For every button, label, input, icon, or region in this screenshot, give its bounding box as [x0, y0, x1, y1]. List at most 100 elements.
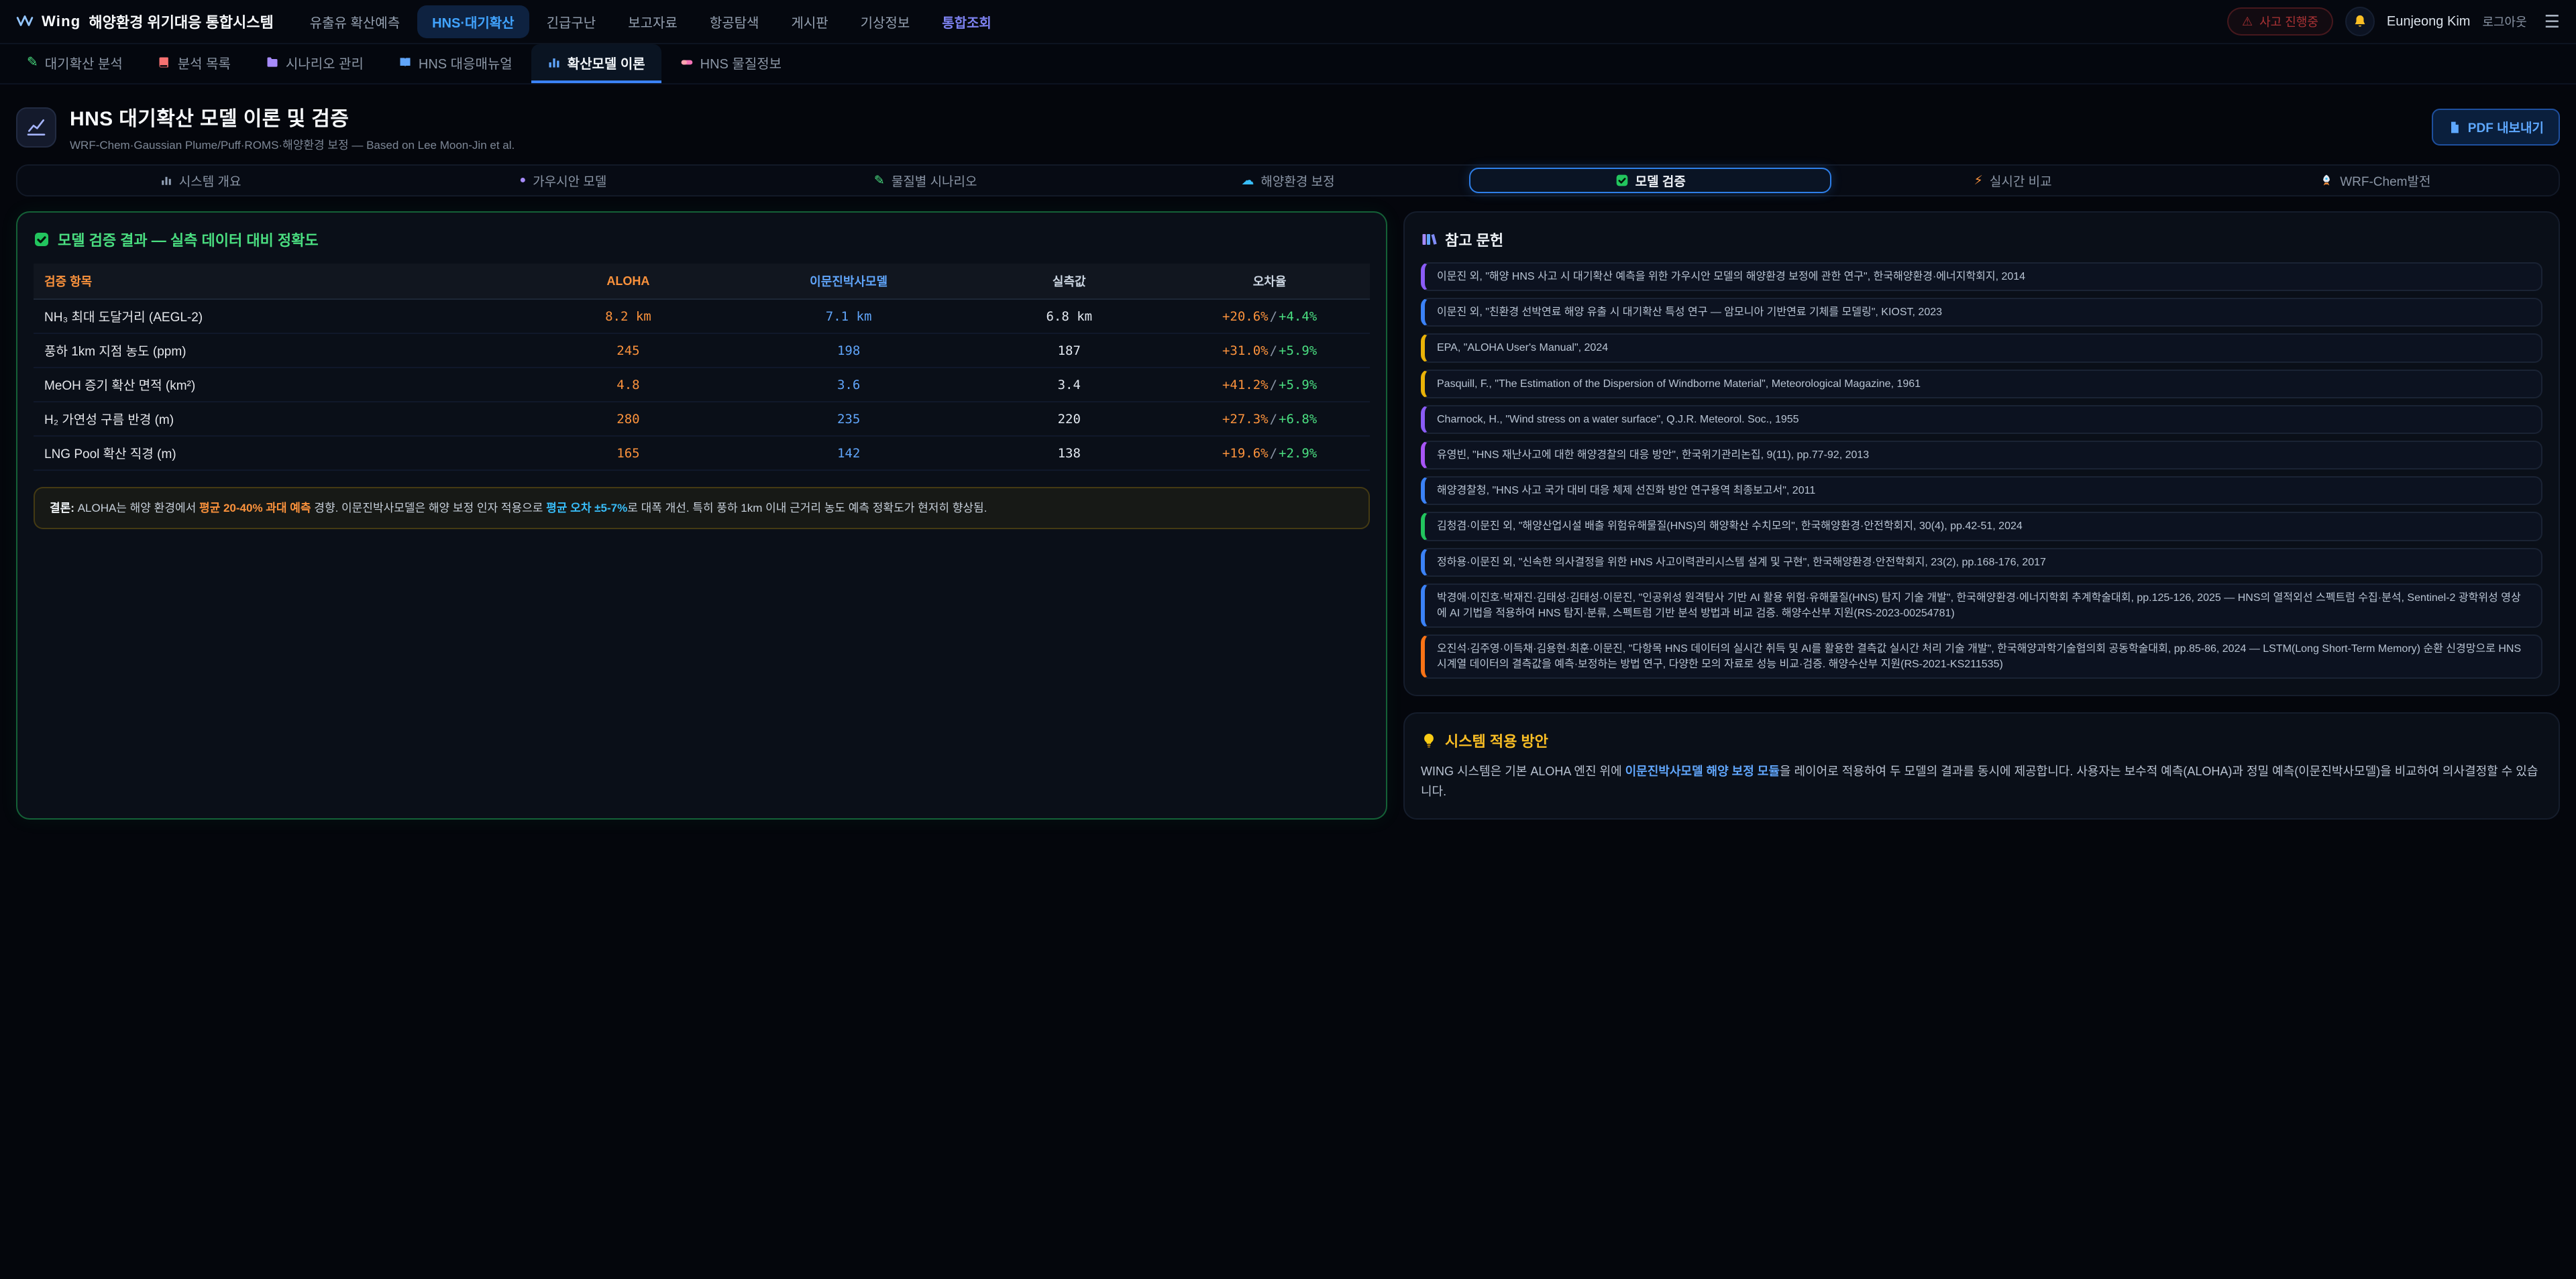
- user-name: Eunjeong Kim: [2387, 14, 2471, 30]
- nav-item-reports[interactable]: 보고자료: [613, 5, 692, 38]
- check-box-icon: [1615, 174, 1629, 187]
- bar-chart-icon: [547, 56, 561, 69]
- reference-item: 해양경찰청, "HNS 사고 국가 대비 대응 체제 선진화 방안 연구용역 최…: [1421, 476, 2542, 505]
- warning-icon: ⚠: [2242, 15, 2253, 27]
- cloud-icon: ☁: [1241, 174, 1254, 187]
- application-text-segment: WING 시스템은 기본 ALOHA 엔진 위에: [1421, 765, 1625, 778]
- reference-item: 김청겸·이문진 외, "해양산업시설 배출 위험유해물질(HNS)의 해양확산 …: [1421, 512, 2542, 541]
- cell-item: MeOH 증기 확산 면적 (km²): [34, 368, 528, 402]
- model-validation-card: 모델 검증 결과 — 실측 데이터 대비 정확도 검증 항목 ALOHA 이문진…: [16, 211, 1387, 820]
- section-tab-label: 물질별 시나리오: [892, 172, 977, 190]
- reference-list: 이문진 외, "해양 HNS 사고 시 대기확산 예측을 위한 가우시안 모델의…: [1421, 262, 2542, 679]
- section-tab-marine-correction[interactable]: ☁ 해양환경 보정: [1107, 168, 1469, 193]
- validation-card-title-row: 모델 검증 결과 — 실측 데이터 대비 정확도: [34, 229, 1370, 250]
- tab-dispersion-analysis[interactable]: ✎ 대기확산 분석: [11, 44, 139, 83]
- table-row: 풍하 1km 지점 농도 (ppm) 245 198 187 +31.0%/+5…: [34, 333, 1370, 368]
- circle-icon: ●: [520, 175, 527, 186]
- open-book-icon: [398, 56, 412, 69]
- note-highlight-error-range: 평균 오차 ±5-7%: [546, 502, 627, 514]
- section-tab-gaussian-model[interactable]: ● 가우시안 모델: [382, 168, 744, 193]
- top-navigation-bar: Wing 해양환경 위기대응 통합시스템 유출유 확산예측 HNS·대기확산 긴…: [0, 0, 2576, 44]
- book-icon: [158, 56, 171, 69]
- nav-item-weather[interactable]: 기상정보: [846, 5, 925, 38]
- pencil-icon: ✎: [27, 56, 38, 69]
- application-title: 시스템 적용 방안: [1445, 730, 1548, 751]
- cell-model: 142: [729, 436, 969, 470]
- nav-item-hns-dispersion[interactable]: HNS·대기확산: [417, 5, 529, 38]
- tab-scenario-management[interactable]: 시나리오 관리: [250, 44, 380, 83]
- cell-error: +31.0%/+5.9%: [1169, 333, 1370, 368]
- tab-hns-manual[interactable]: HNS 대응매뉴얼: [382, 44, 529, 83]
- nav-item-board[interactable]: 게시판: [776, 5, 843, 38]
- cell-measured: 6.8 km: [969, 299, 1169, 333]
- app-window: Wing 해양환경 위기대응 통합시스템 유출유 확산예측 HNS·대기확산 긴…: [0, 0, 2576, 1279]
- cell-measured: 138: [969, 436, 1169, 470]
- topnav-right-group: ⚠ 사고 진행중 Eunjeong Kim 로그아웃 ☰: [2227, 7, 2560, 36]
- incident-status-badge[interactable]: ⚠ 사고 진행중: [2227, 7, 2333, 36]
- table-row: NH₃ 최대 도달거리 (AEGL-2) 8.2 km 7.1 km 6.8 k…: [34, 299, 1370, 333]
- cell-item: H₂ 가연성 구름 반경 (m): [34, 402, 528, 436]
- section-tab-wrf-chem[interactable]: WRF-Chem발전: [2194, 168, 2557, 193]
- cell-aloha: 4.8: [528, 368, 729, 402]
- rocket-icon: [2320, 174, 2333, 187]
- brand-title: 해양환경 위기대응 통합시스템: [89, 11, 273, 32]
- page-header-left: HNS 대기확산 모델 이론 및 검증 WRF-Chem·Gaussian Pl…: [16, 102, 515, 152]
- system-application-card: 시스템 적용 방안 WING 시스템은 기본 ALOHA 엔진 위에 이문진박사…: [1403, 712, 2560, 819]
- column-header-model: 이문진박사모델: [729, 264, 969, 299]
- tab-hns-substance-info[interactable]: HNS 물질정보: [664, 44, 798, 83]
- cell-model: 198: [729, 333, 969, 368]
- line-chart-icon: [25, 117, 47, 138]
- cell-item: NH₃ 최대 도달거리 (AEGL-2): [34, 299, 528, 333]
- section-tab-bar: 시스템 개요 ● 가우시안 모델 ✎ 물질별 시나리오 ☁ 해양환경 보정 모델…: [16, 164, 2560, 197]
- page-header: HNS 대기확산 모델 이론 및 검증 WRF-Chem·Gaussian Pl…: [0, 85, 2576, 164]
- tab-analysis-list[interactable]: 분석 목록: [142, 44, 247, 83]
- tab-model-theory[interactable]: 확산모델 이론: [531, 44, 661, 83]
- cell-error: +27.3%/+6.8%: [1169, 402, 1370, 436]
- cell-aloha: 165: [528, 436, 729, 470]
- brand-prefix: Wing: [42, 13, 80, 30]
- lightning-icon: ⚡: [1974, 174, 1983, 187]
- pdf-export-label: PDF 내보내기: [2468, 118, 2544, 136]
- references-card: 참고 문헌 이문진 외, "해양 HNS 사고 시 대기확산 예측을 위한 가우…: [1403, 211, 2560, 696]
- main-menu: 유출유 확산예측 HNS·대기확산 긴급구난 보고자료 항공탐색 게시판 기상정…: [295, 5, 1006, 38]
- section-tab-model-validation[interactable]: 모델 검증: [1469, 168, 1831, 193]
- section-tab-system-overview[interactable]: 시스템 개요: [19, 168, 382, 193]
- table-row: H₂ 가연성 구름 반경 (m) 280 235 220 +27.3%/+6.8…: [34, 402, 1370, 436]
- application-title-row: 시스템 적용 방안: [1421, 730, 2542, 751]
- document-icon: [2448, 121, 2461, 134]
- bars-icon: [160, 174, 172, 186]
- nav-item-rescue[interactable]: 긴급구난: [532, 5, 611, 38]
- page-icon-box: [16, 107, 56, 148]
- section-tab-label: WRF-Chem발전: [2340, 172, 2430, 190]
- notifications-button[interactable]: [2345, 7, 2375, 36]
- column-header-item: 검증 항목: [34, 264, 528, 299]
- tab-label: 확산모델 이론: [568, 53, 645, 72]
- logout-button[interactable]: 로그아웃: [2482, 13, 2526, 30]
- section-tab-substance-scenarios[interactable]: ✎ 물질별 시나리오: [745, 168, 1107, 193]
- reference-item: 이문진 외, "해양 HNS 사고 시 대기확산 예측을 위한 가우시안 모델의…: [1421, 262, 2542, 291]
- references-title: 참고 문헌: [1445, 229, 1503, 250]
- cell-item: 풍하 1km 지점 농도 (ppm): [34, 333, 528, 368]
- page-title-group: HNS 대기확산 모델 이론 및 검증 WRF-Chem·Gaussian Pl…: [70, 102, 515, 152]
- cell-error: +41.2%/+5.9%: [1169, 368, 1370, 402]
- tab-label: HNS 물질정보: [700, 53, 782, 72]
- pdf-export-button[interactable]: PDF 내보내기: [2432, 109, 2560, 146]
- note-highlight-overprediction: 평균 20-40% 과대 예측: [199, 502, 311, 514]
- books-icon: [1421, 231, 1437, 247]
- tab-label: 시나리오 관리: [286, 53, 364, 72]
- column-header-error: 오차율: [1169, 264, 1370, 299]
- menu-icon[interactable]: ☰: [2544, 11, 2560, 32]
- column-header-measured: 실측값: [969, 264, 1169, 299]
- section-tab-label: 가우시안 모델: [533, 172, 606, 190]
- section-tab-realtime-comparison[interactable]: ⚡ 실시간 비교: [1831, 168, 2194, 193]
- validation-table-header: 검증 항목 ALOHA 이문진박사모델 실측값 오차율: [34, 264, 1370, 299]
- nav-item-oil-spill[interactable]: 유출유 확산예측: [295, 5, 415, 38]
- reference-item: Charnock, H., "Wind stress on a water su…: [1421, 405, 2542, 434]
- note-label: 결론:: [50, 502, 74, 514]
- nav-item-integrated-search[interactable]: 통합조회: [927, 5, 1006, 38]
- pencil-icon: ✎: [874, 174, 885, 187]
- nav-item-air-search[interactable]: 항공탐색: [695, 5, 774, 38]
- table-row: LNG Pool 확산 직경 (m) 165 142 138 +19.6%/+2…: [34, 436, 1370, 470]
- cell-measured: 187: [969, 333, 1169, 368]
- note-text: ALOHA는 해양 환경에서: [74, 502, 199, 514]
